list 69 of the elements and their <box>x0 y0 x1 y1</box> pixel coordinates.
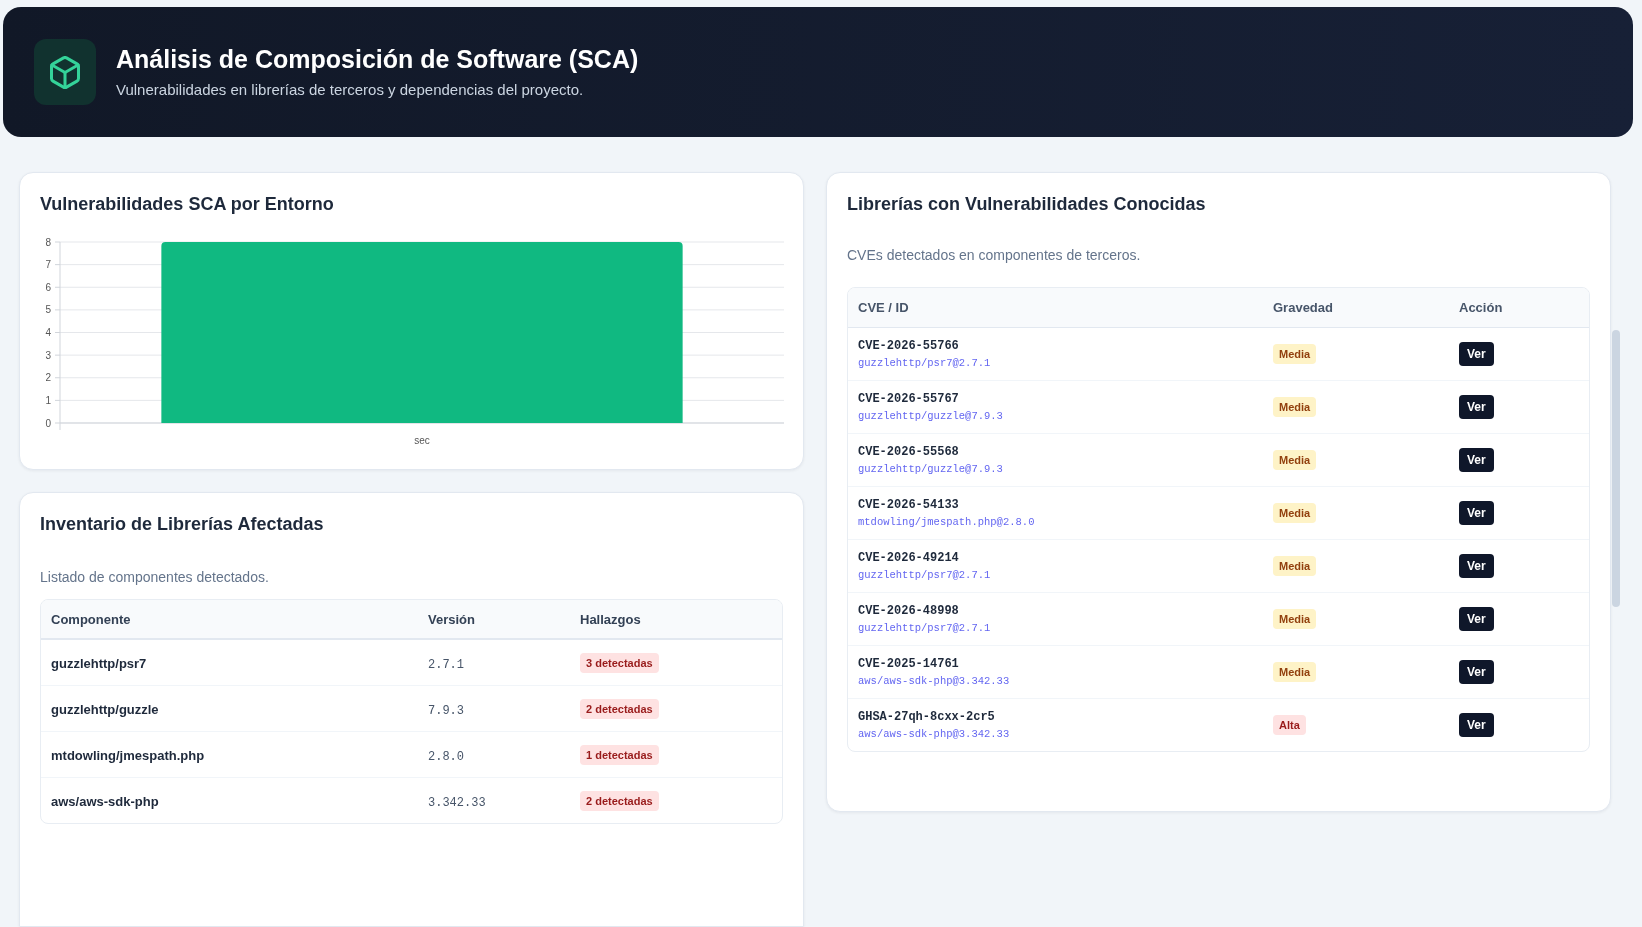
view-button[interactable]: Ver <box>1459 660 1494 684</box>
view-button[interactable]: Ver <box>1459 395 1494 419</box>
version-text: 7.9.3 <box>428 703 464 718</box>
version-text: 3.342.33 <box>428 795 486 810</box>
y-axis-label: 0 <box>45 417 51 429</box>
y-axis-label: 8 <box>45 236 51 248</box>
card-subtitle: Listado de componentes detectados. <box>40 568 270 587</box>
findings-badge: 2 detectadas <box>580 790 659 811</box>
page-subtitle: Vulnerabilidades en librerías de terceros y dependencias del proyecto. <box>116 80 585 100</box>
package-name: mtdowling/jmespath.php@2.8.0 <box>858 515 1035 529</box>
y-axis-label: 3 <box>45 349 51 361</box>
column-header: Hallazgos <box>579 611 642 627</box>
severity-badge: Media <box>1273 503 1317 523</box>
view-button[interactable]: Ver <box>1459 501 1494 525</box>
findings-badge: 2 detectadas <box>580 698 659 719</box>
package-name: guzzlehttp/guzzle@7.9.3 <box>858 462 1003 476</box>
cve-id: CVE-2026-49214 <box>858 550 959 566</box>
severity-badge: Media <box>1273 662 1317 682</box>
cve-id: CVE-2025-14761 <box>858 656 959 672</box>
view-button[interactable]: Ver <box>1459 448 1494 472</box>
package-name: guzzlehttp/guzzle@7.9.3 <box>858 409 1003 423</box>
version-text: 2.7.1 <box>428 657 464 672</box>
view-button[interactable]: Ver <box>1459 554 1494 578</box>
cve-id: CVE-2026-55767 <box>858 391 959 407</box>
cve-id: GHSA-27qh-8cxx-2cr5 <box>858 709 995 725</box>
severity-badge: Media <box>1273 344 1317 364</box>
column-header: CVE / ID <box>857 300 910 315</box>
card-title: Vulnerabilidades SCA por Entorno <box>40 193 335 216</box>
card-subtitle: CVEs detectados en componentes de terceros. <box>847 246 1142 265</box>
severity-badge: Media <box>1273 556 1317 576</box>
component-name: guzzlehttp/psr7 <box>51 655 147 671</box>
cve-id: CVE-2026-55766 <box>858 338 959 354</box>
scrollbar-thumb[interactable] <box>1612 330 1620 607</box>
y-axis-label: 6 <box>45 281 51 293</box>
cve-id: CVE-2026-55568 <box>858 444 959 460</box>
severity-badge: Media <box>1273 609 1317 629</box>
cve-id: CVE-2026-54133 <box>858 497 959 513</box>
view-button[interactable]: Ver <box>1459 342 1494 366</box>
y-axis-label: 4 <box>45 327 51 338</box>
x-axis-label: sec <box>414 435 430 446</box>
severity-badge: Media <box>1273 397 1317 417</box>
view-button[interactable]: Ver <box>1459 713 1494 737</box>
y-axis-label: 5 <box>45 304 51 316</box>
component-name: mtdowling/jmespath.php <box>51 747 205 763</box>
column-header: Gravedad <box>1272 300 1334 315</box>
package-name: guzzlehttp/psr7@2.7.1 <box>858 621 991 635</box>
view-button[interactable]: Ver <box>1459 607 1494 631</box>
component-name: aws/aws-sdk-php <box>51 793 159 809</box>
version-text: 2.8.0 <box>428 749 464 764</box>
package-name: guzzlehttp/psr7@2.7.1 <box>858 356 991 370</box>
findings-badge: 1 detectadas <box>580 744 659 765</box>
y-axis-label: 7 <box>45 259 51 271</box>
severity-badge: Media <box>1273 450 1317 470</box>
component-name: guzzlehttp/guzzle <box>51 701 159 717</box>
card-title: Librerías con Vulnerabilidades Conocidas <box>847 193 1207 216</box>
column-header: Componente <box>50 611 132 627</box>
y-axis-label: 1 <box>45 394 51 406</box>
column-header: Versión <box>427 611 476 627</box>
cve-id: CVE-2026-48998 <box>858 603 959 619</box>
y-axis-label: 2 <box>45 372 51 384</box>
page-title: Análisis de Composición de Software (SCA) <box>116 44 639 74</box>
severity-badge: Alta <box>1273 715 1306 735</box>
package-name: aws/aws-sdk-php@3.342.33 <box>858 674 1010 688</box>
card-title: Inventario de Librerías Afectadas <box>40 513 325 536</box>
cube-icon <box>34 39 96 105</box>
column-header: Acción <box>1458 300 1504 315</box>
package-name: guzzlehttp/psr7@2.7.1 <box>858 568 991 582</box>
findings-badge: 3 detectadas <box>580 652 659 673</box>
package-name: aws/aws-sdk-php@3.342.33 <box>858 727 1010 741</box>
